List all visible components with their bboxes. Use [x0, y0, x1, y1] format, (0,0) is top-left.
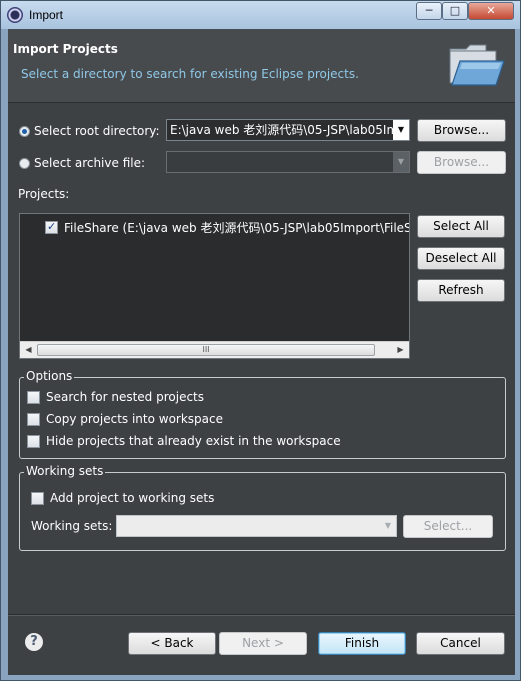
nested-projects-label: Search for nested projects — [46, 390, 205, 404]
projects-list[interactable]: FileShare (E:\java web 老刘源代码\05-JSP\lab0… — [19, 213, 410, 359]
nested-projects-option[interactable]: Search for nested projects — [27, 390, 204, 404]
finish-button[interactable]: Finish — [318, 632, 406, 655]
refresh-button[interactable]: Refresh — [417, 279, 505, 302]
copy-projects-option[interactable]: Copy projects into workspace — [27, 412, 223, 426]
import-folder-icon — [449, 44, 505, 86]
working-sets-combo[interactable]: ▼ — [116, 515, 397, 537]
archive-file-label: Select archive file: — [34, 156, 146, 170]
archive-file-option[interactable]: Select archive file: — [19, 154, 145, 172]
page-description: Select a directory to search for existin… — [21, 67, 359, 81]
chevron-down-icon[interactable]: ▼ — [380, 516, 396, 536]
root-directory-radio[interactable] — [19, 125, 30, 137]
window-title: Import — [29, 8, 64, 22]
hide-existing-option[interactable]: Hide projects that already exist in the … — [27, 434, 341, 448]
copy-projects-label: Copy projects into workspace — [46, 412, 224, 426]
wizard-header: Import Projects Select a directory to se… — [8, 29, 515, 103]
help-icon[interactable]: ? — [25, 633, 43, 651]
deselect-all-button[interactable]: Deselect All — [417, 247, 505, 270]
working-sets-label: Working sets: — [31, 519, 113, 533]
back-button[interactable]: < Back — [128, 632, 216, 655]
list-item[interactable]: FileShare (E:\java web 老刘源代码\05-JSP\lab0… — [45, 219, 409, 236]
chevron-down-icon[interactable]: ▼ — [393, 152, 409, 172]
hide-existing-checkbox[interactable] — [27, 434, 40, 448]
project-checkbox[interactable] — [45, 220, 58, 234]
cancel-button[interactable]: Cancel — [416, 632, 505, 655]
browse-directory-button[interactable]: Browse... — [417, 119, 506, 142]
working-sets-group-label: Working sets — [24, 464, 106, 478]
add-to-working-sets-checkbox[interactable] — [31, 491, 44, 505]
root-directory-combo[interactable]: E:\java web 老刘源代码\05-JSP\lab05Import ▼ — [166, 119, 410, 141]
import-dialog: Import ─ □ ✕ Import Projects Select a di… — [0, 0, 521, 681]
browse-archive-button[interactable]: Browse... — [417, 151, 506, 174]
page-title: Import Projects — [13, 42, 118, 56]
copy-projects-checkbox[interactable] — [27, 412, 40, 426]
add-to-working-sets-label: Add project to working sets — [50, 491, 215, 505]
select-working-sets-button[interactable]: Select... — [403, 515, 493, 538]
add-to-working-sets-option[interactable]: Add project to working sets — [31, 491, 214, 505]
archive-file-combo[interactable]: ▼ — [166, 151, 410, 173]
scroll-right-icon[interactable]: ▶ — [392, 342, 409, 358]
title-bar[interactable]: Import ─ □ ✕ — [1, 1, 520, 29]
scroll-left-icon[interactable]: ◀ — [20, 342, 37, 358]
project-name: FileShare (E:\java web 老刘源代码\05-JSP\lab0… — [64, 221, 409, 235]
close-button[interactable]: ✕ — [468, 2, 514, 20]
working-sets-group — [19, 472, 506, 551]
footer-separator — [8, 614, 515, 616]
hide-existing-label: Hide projects that already exist in the … — [46, 434, 341, 448]
chevron-down-icon[interactable]: ▼ — [393, 120, 409, 140]
scroll-thumb[interactable]: III — [37, 344, 375, 356]
archive-file-radio[interactable] — [19, 157, 30, 169]
projects-label: Projects: — [18, 187, 70, 201]
dialog-body: Import Projects Select a directory to se… — [8, 29, 515, 675]
root-directory-label: Select root directory: — [34, 124, 160, 138]
options-group-label: Options — [24, 369, 75, 383]
root-directory-option[interactable]: Select root directory: — [19, 122, 160, 140]
root-directory-value: E:\java web 老刘源代码\05-JSP\lab05Import — [170, 123, 410, 137]
next-button[interactable]: Next > — [219, 632, 307, 655]
eclipse-icon — [7, 7, 23, 23]
select-all-button[interactable]: Select All — [417, 215, 505, 238]
horizontal-scrollbar[interactable]: ◀ III ▶ — [20, 341, 409, 358]
minimize-button[interactable]: ─ — [416, 2, 442, 20]
maximize-button[interactable]: □ — [442, 2, 468, 20]
nested-projects-checkbox[interactable] — [27, 390, 40, 404]
